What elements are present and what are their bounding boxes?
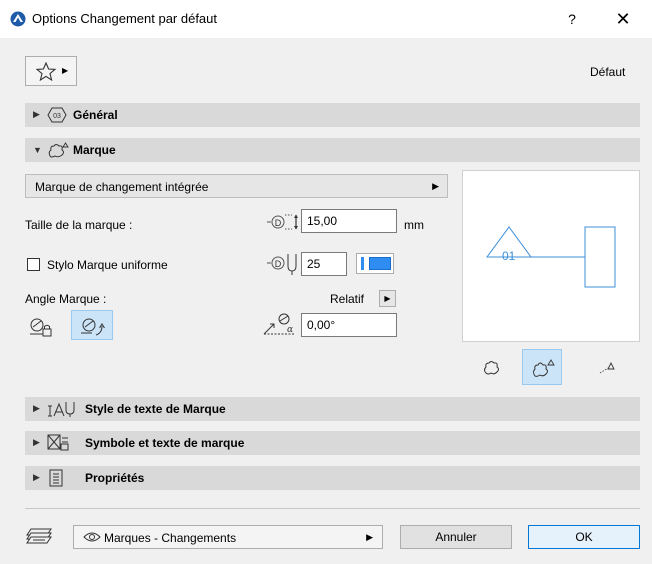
svg-text:α: α [287,325,293,335]
uniform-pen-label: Stylo Marque uniforme [47,258,168,272]
expand-arrow-icon: ▶ [33,109,40,119]
marker-size-unit: mm [404,218,424,232]
svg-text:03: 03 [53,113,61,120]
angle-field-icon: α [260,310,298,340]
eye-icon [83,531,101,543]
layers-icon [25,525,53,547]
pen-number-input[interactable]: 25 [301,252,347,276]
marker-only-button[interactable] [590,349,630,385]
expand-arrow-icon: ▶ [33,437,40,447]
relative-menu-button[interactable]: ▶ [379,290,396,307]
expand-arrow-icon: ▶ [33,472,40,482]
marker-preview: 01 [462,170,640,342]
properties-icon [47,469,65,487]
cancel-button[interactable]: Annuler [400,525,512,549]
pen-color-button[interactable] [356,253,394,274]
text-style-icon [47,400,77,418]
ok-button[interactable]: OK [528,525,640,549]
favorites-button[interactable]: ▶ [25,56,77,86]
angle-rotate-button[interactable] [71,310,113,340]
close-button[interactable]: ✕ [608,7,638,31]
help-button[interactable]: ? [560,8,584,30]
section-general[interactable]: ▶ 03 Général [25,103,640,127]
cloud-with-marker-button[interactable] [522,349,562,385]
cloud-shape-button[interactable] [473,349,513,385]
section-properties[interactable]: ▶ Propriétés [25,466,640,490]
angle-locked-button[interactable] [25,312,67,342]
section-symbol-text[interactable]: ▶ Symbole et texte de marque [25,431,640,455]
angle-input[interactable]: 0,00° [301,313,397,337]
section-marque[interactable]: ▼ Marque [25,138,640,162]
chevron-right-icon: ▶ [432,181,439,191]
chevron-right-icon: ▶ [366,532,373,542]
section-symbol-text-label: Symbole et texte de marque [85,436,245,450]
star-icon [36,62,56,81]
symbol-text-icon [47,434,69,452]
default-label: Défaut [590,65,626,79]
collapse-arrow-icon: ▼ [33,145,42,155]
preview-marker-text: 01 [502,249,516,263]
marker-angle-label: Angle Marque : [25,292,107,306]
window-title: Options Changement par défaut [32,11,218,26]
svg-text:D: D [275,259,282,269]
section-general-label: Général [73,108,118,122]
cloud-marker-icon [47,141,69,159]
footer-divider [25,508,640,509]
chevron-right-icon: ▶ [62,66,69,75]
marker-size-input[interactable]: 15,00 [301,209,397,233]
section-marque-label: Marque [73,143,116,157]
marker-size-icon: D [265,210,301,234]
svg-text:D: D [275,218,282,228]
section-properties-label: Propriétés [85,471,145,485]
layer-value: Marques - Changements [104,531,237,545]
pen-color-swatch [369,257,391,270]
section-text-style[interactable]: ▶ Style de texte de Marque [25,397,640,421]
relative-label: Relatif [330,292,365,306]
app-icon [10,11,26,27]
layer-dropdown[interactable]: Marques - Changements ▶ [73,525,383,549]
marker-type-dropdown[interactable]: Marque de changement intégrée ▶ [25,174,448,198]
uniform-pen-checkbox[interactable] [27,258,40,271]
expand-arrow-icon: ▶ [33,403,40,413]
marker-type-value: Marque de changement intégrée [35,180,209,194]
general-section-icon: 03 [47,106,67,124]
pen-bar-icon [361,257,364,270]
section-text-style-label: Style de texte de Marque [85,402,226,416]
marker-size-label: Taille de la marque : [25,218,133,232]
pen-icon: D [265,250,301,276]
title-bar: Options Changement par défaut ? ✕ [0,0,652,38]
